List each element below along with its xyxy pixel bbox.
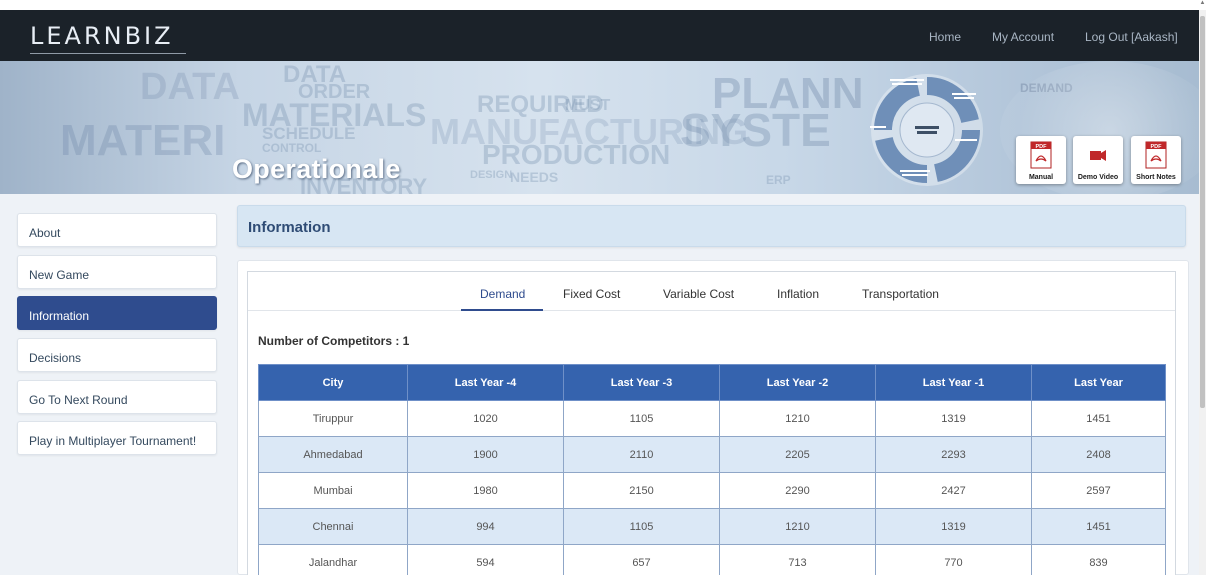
nav-logout-link[interactable]: Log Out [Aakash] — [1085, 30, 1178, 44]
table-cell: 1105 — [563, 400, 720, 437]
table-cell: 1020 — [407, 400, 564, 437]
sidebar-item-about[interactable]: About — [17, 213, 217, 247]
tab-fixed-cost[interactable]: Fixed Cost — [563, 287, 620, 301]
table-cell: 2110 — [563, 436, 720, 473]
table-cell: 1210 — [719, 508, 876, 545]
table-cell: 770 — [875, 544, 1032, 575]
capacity-planning-diagram — [870, 74, 983, 186]
competitors-count: Number of Competitors : 1 — [258, 334, 410, 348]
table-cell: 2205 — [719, 436, 876, 473]
banner: MATERI DATA DATA ORDER MATERIALS SCHEDUL… — [0, 61, 1199, 194]
table-cell: 2427 — [875, 472, 1032, 509]
tab-demand[interactable]: Demand — [480, 287, 525, 301]
tab-transportation[interactable]: Transportation — [862, 287, 939, 301]
sidebar-item-multiplayer[interactable]: Play in Multiplayer Tournament! — [17, 421, 217, 455]
top-strip — [0, 0, 1206, 10]
banner-title: Operationale — [232, 154, 401, 184]
scrollbar-thumb[interactable] — [1200, 16, 1205, 408]
table-cell: 1319 — [875, 508, 1032, 545]
short-notes-label: Short Notes — [1136, 174, 1176, 181]
manual-label: Manual — [1028, 174, 1054, 181]
table-cell: 713 — [719, 544, 876, 575]
tab-bar: Demand Fixed Cost Variable Cost Inflatio… — [248, 272, 1175, 311]
manual-button[interactable]: PDF Manual — [1016, 136, 1066, 184]
table-cell: Mumbai — [258, 472, 408, 509]
table-cell: 1451 — [1031, 400, 1166, 437]
page-title: Information — [248, 219, 331, 236]
table-cell: 1451 — [1031, 508, 1166, 545]
table-cell: 1105 — [563, 508, 720, 545]
table-cell: 2293 — [875, 436, 1032, 473]
nav-my-account-link[interactable]: My Account — [992, 30, 1054, 44]
sidebar-item-information[interactable]: Information — [17, 296, 217, 330]
nav-home-link[interactable]: Home — [929, 30, 961, 44]
column-header: Last Year — [1031, 364, 1166, 401]
svg-text:PDF: PDF — [1151, 144, 1163, 150]
pdf-icon: PDF — [1145, 141, 1167, 169]
table-cell: 2408 — [1031, 436, 1166, 473]
page-scrollbar[interactable] — [1199, 10, 1206, 575]
table-header-row: City Last Year -4 Last Year -3 Last Year… — [258, 364, 1166, 401]
table-row: Chennai 994 1105 1210 1319 1451 — [258, 508, 1166, 545]
table-cell: Jalandhar — [258, 544, 408, 575]
column-header: Last Year -1 — [875, 364, 1032, 401]
column-header: Last Year -4 — [407, 364, 564, 401]
sidebar-item-new-game[interactable]: New Game — [17, 255, 217, 289]
tab-variable-cost[interactable]: Variable Cost — [663, 287, 734, 301]
table-cell: Tiruppur — [258, 400, 408, 437]
table-cell: Chennai — [258, 508, 408, 545]
table-cell: 2150 — [563, 472, 720, 509]
tab-inflation[interactable]: Inflation — [777, 287, 819, 301]
short-notes-button[interactable]: PDF Short Notes — [1131, 136, 1181, 184]
logo[interactable]: LEARNBIZ — [30, 22, 174, 50]
demand-table: City Last Year -4 Last Year -3 Last Year… — [258, 364, 1166, 575]
column-header: Last Year -3 — [563, 364, 720, 401]
svg-text:PDF: PDF — [1036, 144, 1048, 150]
table-cell: 1900 — [407, 436, 564, 473]
logo-underline — [30, 53, 186, 54]
table-row: Mumbai 1980 2150 2290 2427 2597 — [258, 472, 1166, 509]
scroll-up-arrow[interactable]: ▲ — [1199, 0, 1206, 10]
table-cell: 594 — [407, 544, 564, 575]
table-row: Tiruppur 1020 1105 1210 1319 1451 — [258, 400, 1166, 437]
pdf-icon: PDF — [1030, 141, 1052, 169]
column-header: City — [258, 364, 408, 401]
table-cell: 994 — [407, 508, 564, 545]
table-cell: Ahmedabad — [258, 436, 408, 473]
tab-panel: Demand Fixed Cost Variable Cost Inflatio… — [247, 271, 1176, 575]
active-tab-indicator — [461, 309, 543, 311]
demo-video-button[interactable]: Demo Video — [1073, 136, 1123, 184]
table-cell: 1210 — [719, 400, 876, 437]
video-icon — [1090, 150, 1106, 161]
table-cell: 2597 — [1031, 472, 1166, 509]
sidebar-item-decisions[interactable]: Decisions — [17, 338, 217, 372]
table-cell: 2290 — [719, 472, 876, 509]
demo-video-label: Demo Video — [1077, 174, 1119, 181]
table-row: Ahmedabad 1900 2110 2205 2293 2408 — [258, 436, 1166, 473]
table-cell: 1319 — [875, 400, 1032, 437]
table-row: Jalandhar 594 657 713 770 839 — [258, 544, 1166, 575]
navbar: LEARNBIZ Home My Account Log Out [Aakash… — [0, 10, 1199, 61]
table-cell: 839 — [1031, 544, 1166, 575]
info-header: Information — [237, 205, 1186, 247]
sidebar-item-next-round[interactable]: Go To Next Round — [17, 380, 217, 414]
table-cell: 657 — [563, 544, 720, 575]
column-header: Last Year -2 — [719, 364, 876, 401]
table-cell: 1980 — [407, 472, 564, 509]
